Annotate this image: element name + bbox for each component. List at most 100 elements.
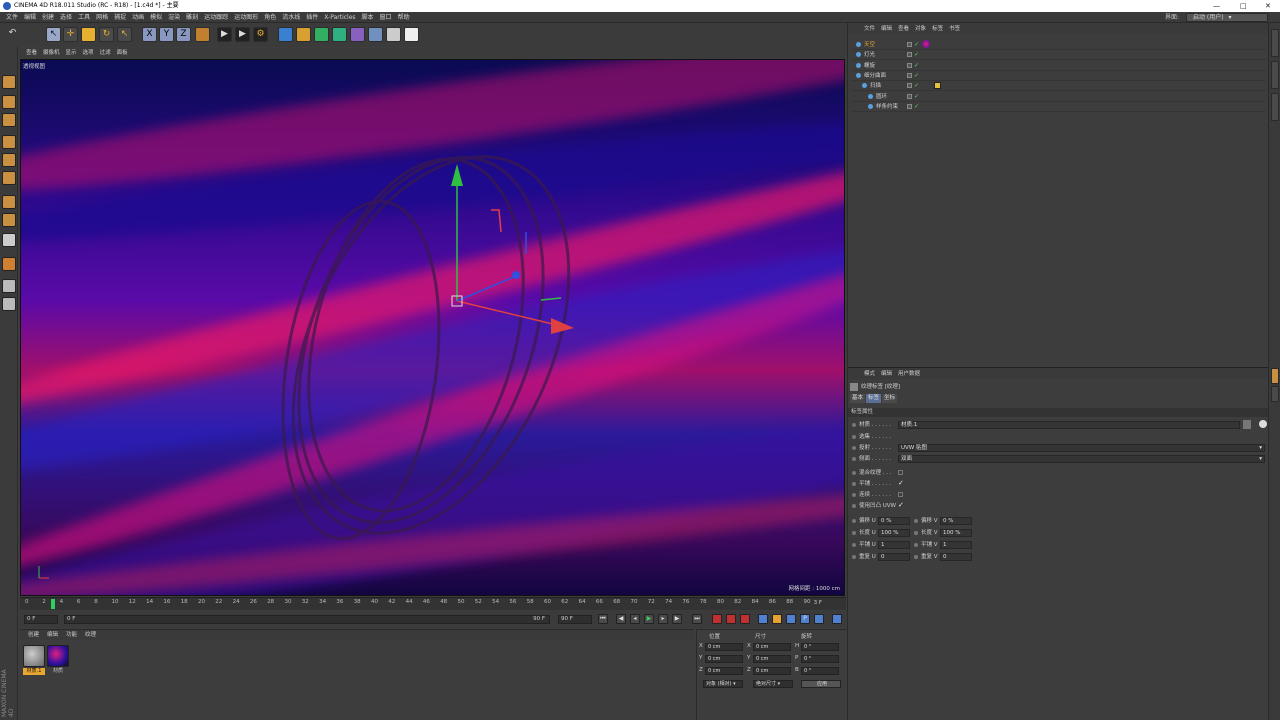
object-menu-item-1[interactable]: 编辑 — [878, 24, 895, 35]
attribute-tab-2[interactable]: 坐标 — [882, 394, 898, 403]
material-menu-item-1[interactable]: 编辑 — [43, 630, 62, 640]
redo-icon[interactable] — [24, 27, 39, 42]
attributes-tab[interactable] — [1271, 368, 1279, 384]
size-mode-select[interactable]: 绝对尺寸 ▾ — [753, 680, 793, 688]
menu-item-5[interactable]: 网格 — [93, 12, 111, 23]
menu-item-18[interactable]: 窗口 — [377, 12, 395, 23]
material-1-thumbnail[interactable] — [23, 645, 45, 667]
tiles-v-field[interactable]: 1 — [940, 541, 972, 549]
pen-icon[interactable] — [296, 27, 311, 42]
visibility-dot[interactable] — [907, 83, 912, 89]
visibility-dot[interactable] — [907, 42, 912, 47]
menu-item-3[interactable]: 选择 — [57, 12, 75, 23]
side-select[interactable]: 双面 ▾ — [898, 455, 1265, 463]
repeat-u-field[interactable]: 0 — [878, 553, 910, 561]
apply-button[interactable]: 应用 — [801, 680, 841, 688]
uvw-checkbox[interactable]: ✓ — [898, 501, 904, 509]
maximize-icon[interactable]: □ — [1240, 0, 1247, 12]
move-tool-icon[interactable]: ✛ — [63, 27, 78, 42]
timeline-icon[interactable] — [832, 614, 842, 624]
menu-item-19[interactable]: 帮助 — [395, 12, 413, 23]
camera-icon[interactable] — [386, 27, 401, 42]
attribute-tab-1[interactable]: 标签 — [866, 394, 882, 403]
enabled-check-icon[interactable]: ✓ — [914, 50, 919, 60]
viewport-menu-item-5[interactable]: 面板 — [114, 48, 131, 58]
prev-key-icon[interactable]: ◀ — [616, 614, 626, 624]
x-axis-icon[interactable]: X — [142, 27, 157, 42]
layer-icon[interactable] — [2, 297, 16, 311]
viewport-menu-item-0[interactable]: 查看 — [23, 48, 40, 58]
y-axis-icon[interactable]: Y — [159, 27, 174, 42]
enabled-check-icon[interactable]: ✓ — [914, 71, 919, 81]
structure-tab[interactable] — [1271, 93, 1279, 121]
object-row[interactable]: 螺旋 ✓ — [852, 61, 1266, 71]
deformer-icon[interactable] — [350, 27, 365, 42]
rotate-tool-icon[interactable]: ↻ — [99, 27, 114, 42]
attribute-menu-item-0[interactable]: 模式 — [861, 369, 878, 380]
material-menu-item-0[interactable]: 创建 — [24, 630, 43, 640]
coord-system-icon[interactable] — [195, 27, 210, 42]
minimize-icon[interactable]: — — [1213, 0, 1220, 12]
points-mode-icon[interactable] — [2, 135, 16, 149]
object-menu-item-4[interactable]: 标签 — [929, 24, 946, 35]
position-field[interactable]: 0 cm — [705, 667, 743, 675]
recent-tool-icon[interactable]: ↖ — [117, 27, 132, 42]
goto-start-icon[interactable]: ⏮ — [598, 614, 608, 624]
key-position-icon[interactable] — [758, 614, 768, 624]
start-frame-field[interactable]: 0 F — [24, 615, 58, 624]
offset-v-field[interactable]: 0 % — [940, 517, 972, 525]
object-row[interactable]: 细分曲面 ✓ — [852, 71, 1266, 81]
cube-icon[interactable] — [278, 27, 293, 42]
menu-item-14[interactable]: 流水线 — [279, 12, 303, 23]
position-field[interactable]: 0 cm — [705, 643, 743, 651]
material-field[interactable]: 材质.1 — [898, 421, 1240, 429]
menu-item-12[interactable]: 运动图形 — [231, 12, 261, 23]
material-1-label[interactable]: 材质.1 — [23, 668, 45, 675]
enabled-check-icon[interactable]: ✓ — [914, 81, 919, 91]
next-frame-icon[interactable]: ▸ — [658, 614, 668, 624]
viewport-menu-item-3[interactable]: 选项 — [80, 48, 97, 58]
visibility-dot[interactable] — [907, 93, 912, 99]
viewport-menu-item-4[interactable]: 过滤 — [97, 48, 114, 58]
mix-texture-checkbox[interactable] — [898, 470, 903, 475]
workplane-icon[interactable] — [2, 257, 16, 271]
edges-mode-icon[interactable] — [2, 153, 16, 167]
attribute-menu-item-1[interactable]: 编辑 — [878, 369, 895, 380]
key-pla-icon[interactable] — [814, 614, 824, 624]
make-editable-icon[interactable] — [2, 75, 16, 89]
size-field[interactable]: 0 cm — [753, 655, 791, 663]
menu-item-16[interactable]: X-Particles — [321, 12, 358, 23]
menu-item-6[interactable]: 捕捉 — [111, 12, 129, 23]
snap-icon[interactable] — [2, 233, 16, 247]
object-row[interactable]: 扫描 ✓ — [852, 81, 1266, 92]
coord-mode-select[interactable]: 对象 (相对) ▾ — [703, 680, 743, 688]
material-link-icon[interactable] — [1259, 420, 1267, 428]
menu-item-0[interactable]: 文件 — [3, 12, 21, 23]
playhead[interactable] — [51, 599, 55, 609]
visibility-dot[interactable] — [907, 103, 912, 109]
rotation-field[interactable]: 0 ° — [801, 655, 839, 663]
menu-item-1[interactable]: 编辑 — [21, 12, 39, 23]
object-menu-item-5[interactable]: 书签 — [946, 24, 963, 35]
render-picture-viewer-icon[interactable]: ▶ — [235, 27, 250, 42]
prev-frame-icon[interactable]: ◂ — [630, 614, 640, 624]
material-menu-item-3[interactable]: 纹理 — [81, 630, 100, 640]
render-settings-icon[interactable]: ⚙ — [253, 27, 268, 42]
rotation-field[interactable]: 0 ° — [801, 667, 839, 675]
end-frame-field[interactable]: 90 F — [558, 615, 592, 624]
menu-item-8[interactable]: 模拟 — [147, 12, 165, 23]
rotation-field[interactable]: 0 ° — [801, 643, 839, 651]
enabled-check-icon[interactable]: ✓ — [914, 102, 919, 112]
interface-select[interactable]: 启动 (用户) ▾ — [1186, 13, 1268, 22]
visibility-dot[interactable] — [907, 72, 912, 78]
grid-icon[interactable] — [2, 279, 16, 293]
record-icon[interactable] — [712, 614, 722, 624]
attribute-menu-item-2[interactable]: 用户数据 — [895, 369, 923, 380]
object-row[interactable]: 天空 ✓ — [852, 40, 1266, 50]
repeat-v-field[interactable]: 0 — [940, 553, 972, 561]
scale-tool-icon[interactable] — [81, 27, 96, 42]
size-field[interactable]: 0 cm — [753, 667, 791, 675]
menu-item-7[interactable]: 动画 — [129, 12, 147, 23]
layers-tab[interactable] — [1271, 386, 1279, 402]
attribute-tab-0[interactable]: 基本 — [850, 394, 866, 403]
